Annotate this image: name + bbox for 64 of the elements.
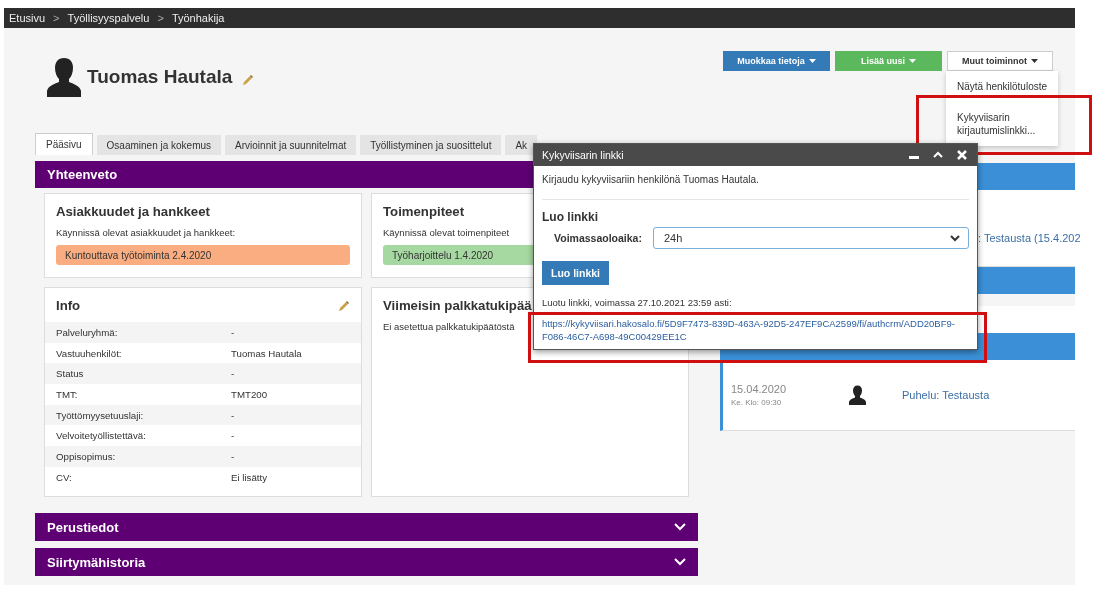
caret-up-icon[interactable] <box>933 150 943 160</box>
dropdown-button[interactable]: Muut toiminnot <box>947 51 1053 71</box>
section-title: Siirtymähistoria <box>47 554 146 570</box>
person-silhouette-icon <box>47 57 81 97</box>
info-value: Tuomas Hautala <box>231 347 303 359</box>
dialog-title: Kykyviisarin linkki <box>542 149 624 161</box>
create-link-button[interactable]: Luo linkki <box>542 261 609 285</box>
info-label: Vastuuhenkilöt: <box>56 347 123 359</box>
caret-icon <box>1031 59 1038 63</box>
tab[interactable]: Työllistyminen ja suosittelut <box>360 135 502 155</box>
breadcrumb-link[interactable]: Työnhakija <box>171 12 225 24</box>
result-text: Luotu linkki, voimassa 27.10.2021 23:59 asti: <box>542 297 733 308</box>
event-link[interactable]: : Testausta (15.4.202 <box>978 232 1081 244</box>
card-title: Asiakkuudet ja hankkeet <box>56 204 210 219</box>
close-icon[interactable] <box>957 150 967 160</box>
menu-item[interactable]: Näytä henkilötuloste <box>946 77 1058 96</box>
breadcrumb-separator: > <box>53 12 60 24</box>
login-link[interactable]: https://kykyviisari.hakosalo.fi/5D9F7473-839D-463A-92D5-247EF9CA2599/fi/authcrm/ADD20BF9-F086-46C7-A698-49C00429EE1C <box>542 317 969 343</box>
info-label: Palveluryhmä: <box>56 326 119 338</box>
breadcrumb-link[interactable]: Etusivu <box>9 12 46 24</box>
info-value: TMT200 <box>231 388 269 400</box>
chevron-icon <box>950 234 960 242</box>
menu-item[interactable]: Kykyviisarin kirjautumislinkki... <box>946 108 1058 140</box>
form-heading: Luo linkki <box>542 210 599 224</box>
tab[interactable]: Osaaminen ja kokemus <box>96 135 222 155</box>
tab[interactable]: Ak <box>505 135 538 155</box>
info-label: CV: <box>56 471 73 483</box>
person-name: Tuomas Hautala <box>87 66 233 88</box>
status-tag: Kuntouttava työtoiminta 2.4.2020 <box>56 245 350 265</box>
card-title: Toimenpiteet <box>383 204 465 219</box>
card-subtitle: Käynnissä olevat toimenpiteet <box>383 227 510 238</box>
person-silhouette-icon <box>849 385 866 405</box>
info-value: - <box>231 430 236 442</box>
card-subtitle: Käynnissä olevat asiakkuudet ja hankkeet: <box>56 227 236 238</box>
info-value: - <box>231 409 236 421</box>
dialog-text: Kirjaudu kykyviisariin henkilönä Tuomas Hautala. <box>542 174 760 185</box>
card-title: Viimeisin palkkatukipää <box>383 298 532 313</box>
caret-icon <box>808 59 816 63</box>
event-title[interactable]: Puhelu: Testausta <box>902 389 990 401</box>
card-text: Ei asetettua palkkatukipäätöstä <box>383 321 515 332</box>
info-label: Oppisopimus: <box>56 450 117 462</box>
info-value: - <box>231 450 236 462</box>
breadcrumb-link[interactable]: Työllisyyspalvelu <box>67 12 150 24</box>
dropdown-button[interactable]: Muokkaa tietoja <box>723 51 830 71</box>
tab[interactable]: Pääsivu <box>35 133 93 155</box>
section-title: Yhteenveto <box>47 167 118 182</box>
info-value: - <box>231 368 236 380</box>
info-label: TMT: <box>56 388 79 400</box>
info-value: Ei lisätty <box>231 471 269 483</box>
breadcrumb-separator: > <box>157 12 164 24</box>
tab[interactable]: Arvioinnit ja suunnitelmat <box>225 135 357 155</box>
info-label: Velvoitetyöllistettävä: <box>56 430 147 442</box>
info-label: Työttömyysetuuslaji: <box>56 409 145 421</box>
event-date: 15.04.2020 <box>731 383 788 395</box>
section-title: Perustiedot <box>47 519 119 535</box>
field-label: Voimassaoloaika: <box>553 232 643 244</box>
collapsible-header[interactable]: Perustiedot <box>35 513 698 541</box>
info-value: - <box>231 326 236 338</box>
collapsible-header[interactable]: Siirtymähistoria <box>35 548 698 576</box>
duration-select[interactable]: 24h <box>653 227 969 249</box>
card-title: Info <box>56 298 81 313</box>
caret-icon <box>909 59 916 63</box>
info-label: Status <box>56 368 85 380</box>
event-time: Ke. Klo: 09:30 <box>731 398 783 407</box>
